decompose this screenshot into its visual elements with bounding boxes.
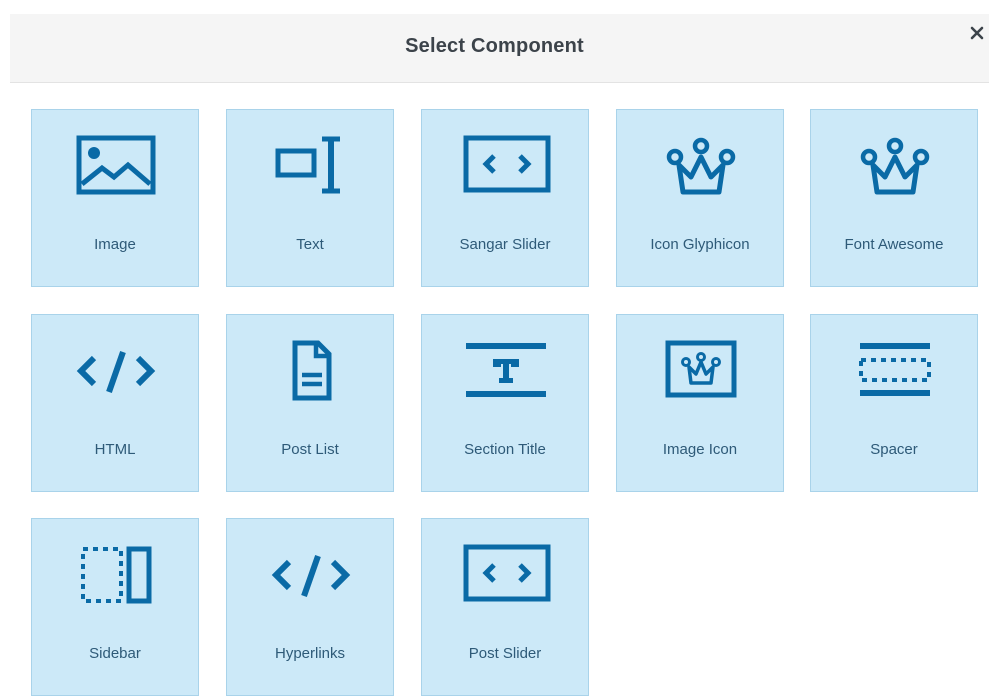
component-label: Image Icon	[662, 441, 738, 458]
component-tile-post-slider[interactable]: Post Slider	[421, 518, 589, 696]
close-icon	[970, 26, 984, 40]
sidebar-icon	[81, 546, 152, 604]
crown-icon	[860, 137, 930, 195]
image-icon	[76, 135, 156, 195]
slider-icon	[463, 544, 551, 602]
crown-icon	[666, 137, 736, 195]
component-tile-html[interactable]: HTML	[31, 314, 199, 492]
component-label: Image	[94, 236, 136, 253]
spacer-icon	[859, 343, 931, 396]
component-label: Sangar Slider	[459, 236, 551, 253]
component-tile-post-list[interactable]: Post List	[226, 314, 394, 492]
component-label: Sidebar	[89, 645, 141, 662]
component-label: Icon Glyphicon	[650, 236, 750, 253]
component-label: Section Title	[464, 441, 546, 458]
component-tile-hyperlinks[interactable]: Hyperlinks	[226, 518, 394, 696]
component-label: HTML	[94, 441, 136, 458]
component-tile-text[interactable]: Text	[226, 109, 394, 287]
document-icon	[292, 340, 332, 401]
close-button[interactable]	[966, 22, 988, 44]
component-label: Spacer	[870, 441, 918, 458]
component-tile-image[interactable]: Image	[31, 109, 199, 287]
component-tile-image-icon[interactable]: Image Icon	[616, 314, 784, 492]
component-tile-section-title[interactable]: Section Title	[421, 314, 589, 492]
code-icon	[271, 555, 351, 597]
component-label: Post List	[281, 441, 339, 458]
framed-crown-icon	[665, 340, 737, 398]
slider-icon	[463, 135, 551, 193]
modal-title: Select Component	[405, 35, 584, 57]
text-cursor-icon	[275, 136, 340, 194]
component-tile-sidebar[interactable]: Sidebar	[31, 518, 199, 696]
component-label: Post Slider	[468, 645, 542, 662]
section-title-icon	[466, 343, 546, 397]
component-label: Hyperlinks	[274, 645, 346, 662]
component-tile-spacer[interactable]: Spacer	[810, 314, 978, 492]
component-label: Font Awesome	[844, 236, 944, 253]
component-tile-icon-glyphicon[interactable]: Icon Glyphicon	[616, 109, 784, 287]
component-label: Text	[296, 236, 324, 253]
component-tile-font-awesome[interactable]: Font Awesome	[810, 109, 978, 287]
code-icon	[76, 351, 156, 393]
component-tile-sangar-slider[interactable]: Sangar Slider	[421, 109, 589, 287]
